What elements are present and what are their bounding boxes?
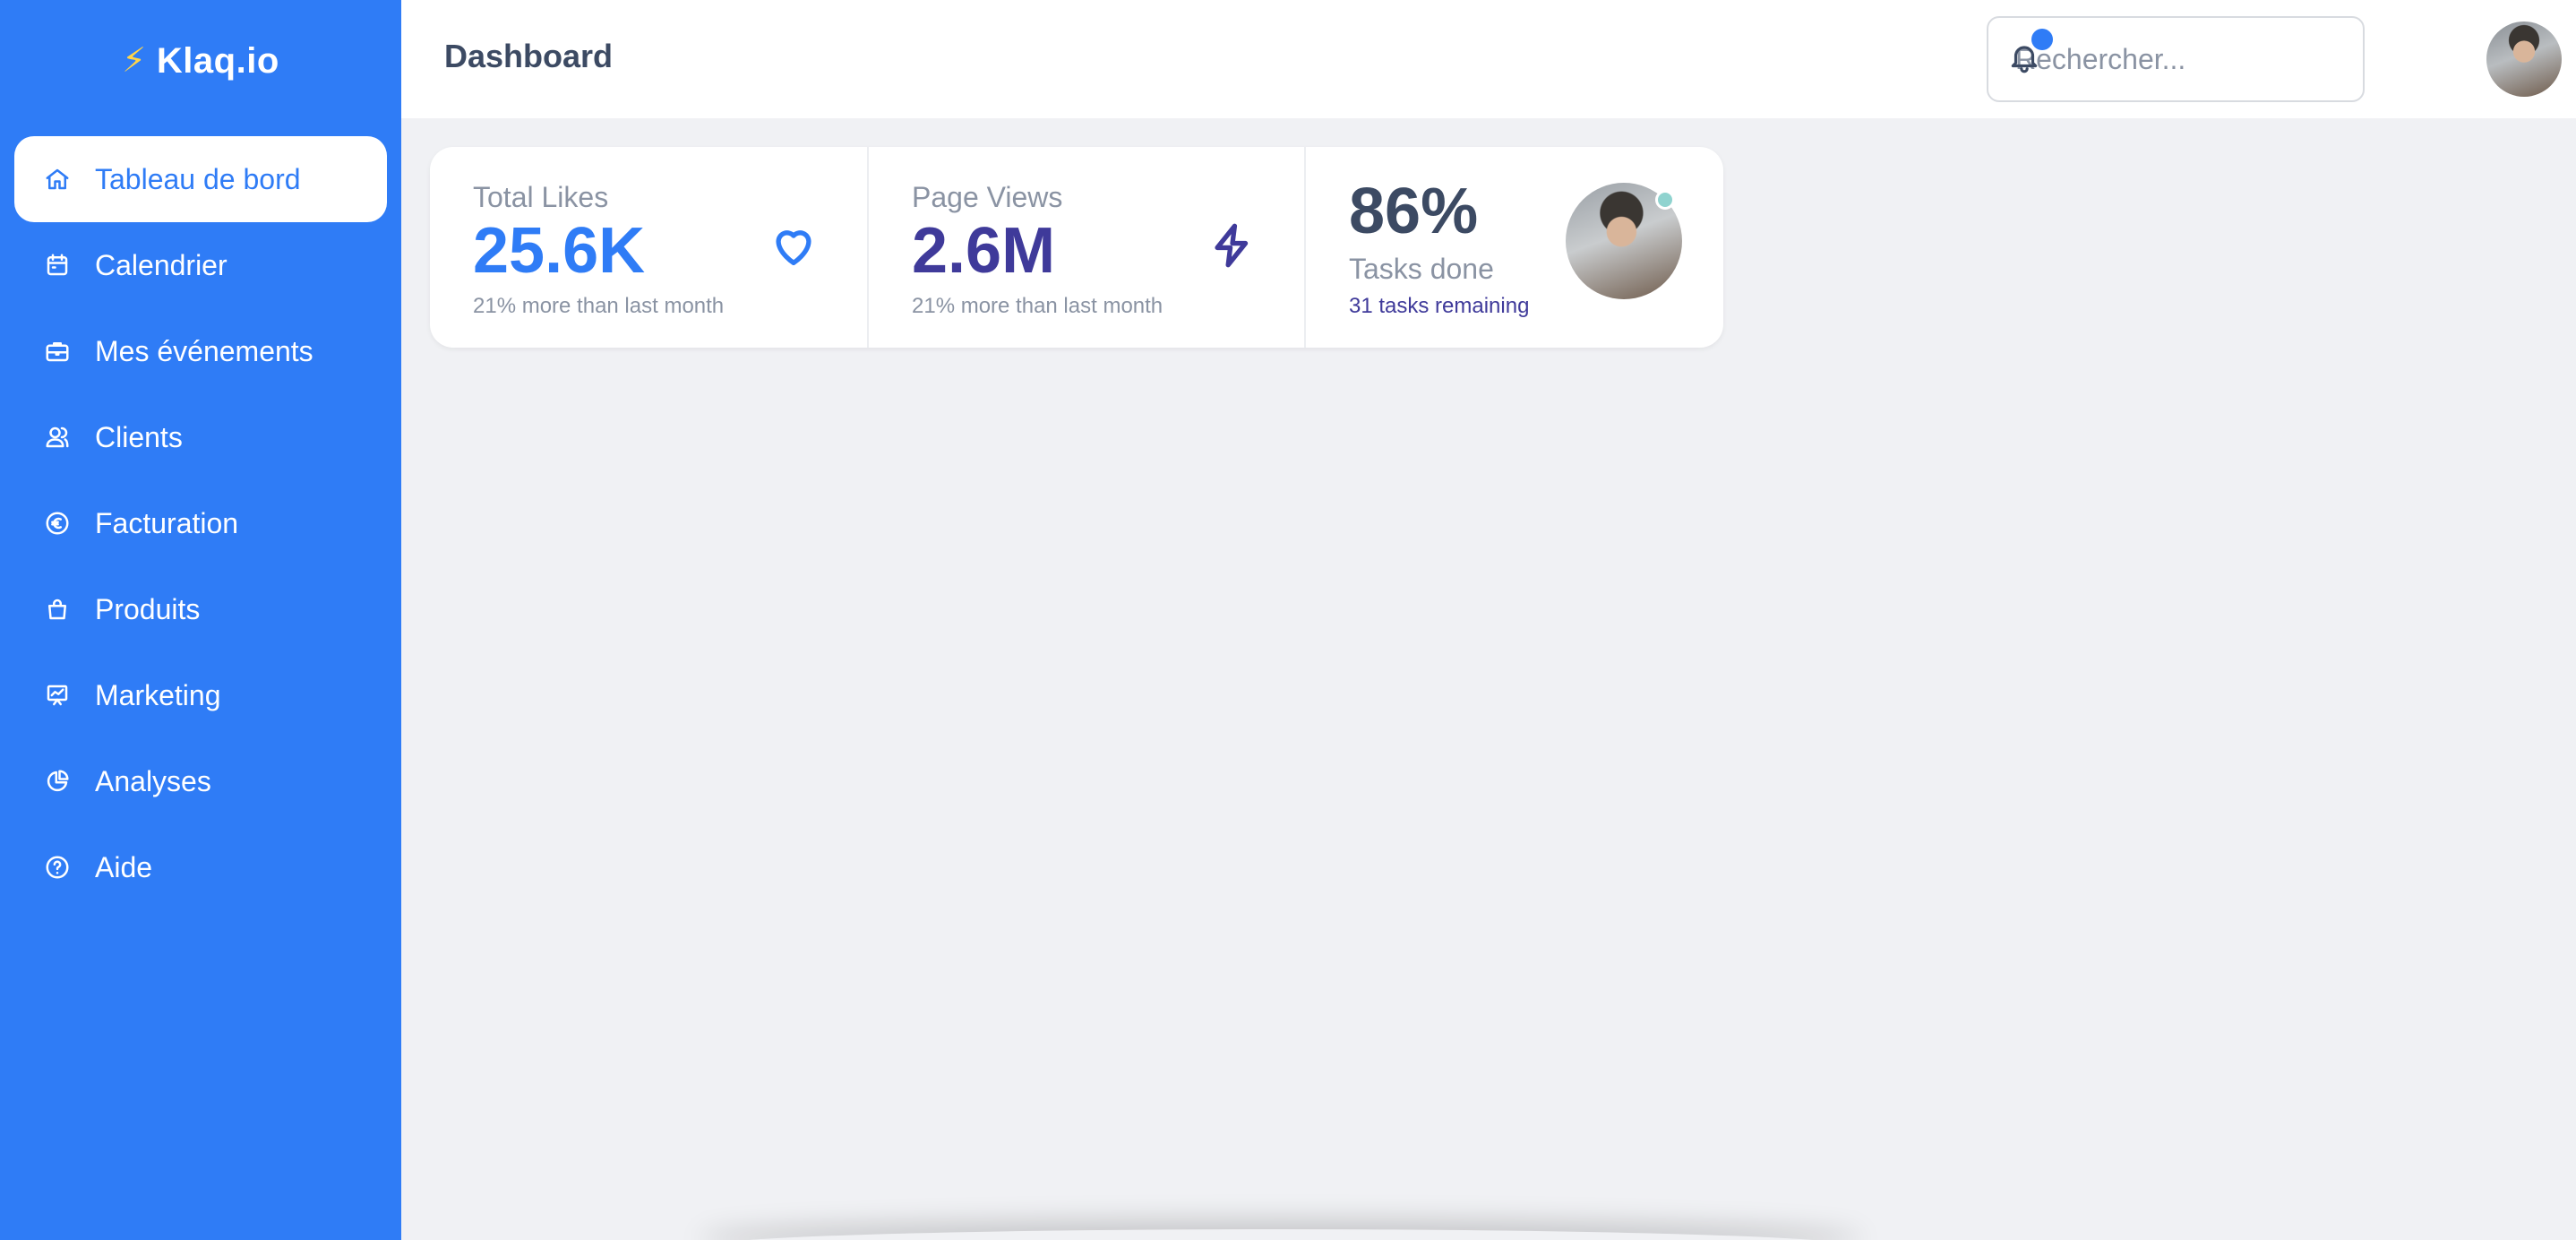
sidebar-item-label: Calendrier xyxy=(95,248,228,281)
sidebar-item-label: Aide xyxy=(95,850,153,883)
euro-icon xyxy=(43,509,72,538)
top-header: Dashboard xyxy=(401,0,2576,118)
brand-name: Klaq.io xyxy=(156,40,279,81)
home-icon xyxy=(43,165,72,194)
help-icon xyxy=(43,853,72,882)
sidebar-item-aide[interactable]: Aide xyxy=(14,824,387,910)
shopping-bag-icon xyxy=(43,595,72,624)
stat-description: 21% more than last month xyxy=(912,294,1163,318)
stat-value: 2.6M xyxy=(912,215,1056,287)
sidebar-item-facturation[interactable]: Facturation xyxy=(14,480,387,566)
stat-title: Total Likes xyxy=(473,181,609,213)
stat-title: Page Views xyxy=(912,181,1063,213)
user-avatar[interactable] xyxy=(2486,22,2562,97)
pie-chart-icon xyxy=(43,767,72,796)
stat-description: 31 tasks remaining xyxy=(1349,294,1530,318)
sidebar-item-marketing[interactable]: Marketing xyxy=(14,652,387,738)
app: ⚡ Klaq.io Tableau de bord Calendrier Mes… xyxy=(0,0,2576,1240)
sidebar-item-label: Analyses xyxy=(95,764,211,797)
presentation-chart-icon xyxy=(43,681,72,710)
sidebar-item-analyses[interactable]: Analyses xyxy=(14,738,387,824)
users-icon xyxy=(43,423,72,452)
sidebar-nav: Tableau de bord Calendrier Mes événement… xyxy=(14,136,387,910)
calendar-icon xyxy=(43,251,72,280)
sidebar-item-label: Facturation xyxy=(95,506,239,539)
stats-card: Total Likes 25.6K 21% more than last mon… xyxy=(430,147,1723,348)
stat-value: 86% xyxy=(1349,176,1479,247)
bolt-icon xyxy=(1204,217,1261,274)
sidebar-item-mes-evenements[interactable]: Mes événements xyxy=(14,308,387,394)
sidebar-item-tableau-de-bord[interactable]: Tableau de bord xyxy=(14,136,387,222)
lightning-icon: ⚡ xyxy=(122,42,146,80)
briefcase-icon xyxy=(43,337,72,366)
sidebar-item-label: Produits xyxy=(95,592,201,625)
stat-title: Tasks done xyxy=(1349,253,1494,285)
stat-description: 21% more than last month xyxy=(473,294,725,318)
stat-total-likes: Total Likes 25.6K 21% more than last mon… xyxy=(430,147,867,348)
sidebar: ⚡ Klaq.io Tableau de bord Calendrier Mes… xyxy=(0,0,401,1240)
stat-tasks-done: 86% Tasks done 31 tasks remaining xyxy=(1304,147,1723,348)
brand-logo[interactable]: ⚡ Klaq.io xyxy=(0,32,401,90)
sidebar-item-clients[interactable]: Clients xyxy=(14,394,387,480)
bottom-panel-shadow xyxy=(699,1229,1863,1240)
notification-badge xyxy=(2031,29,2053,50)
sidebar-item-calendrier[interactable]: Calendrier xyxy=(14,222,387,308)
sidebar-item-label: Tableau de bord xyxy=(95,162,301,195)
stat-page-views: Page Views 2.6M 21% more than last month xyxy=(867,147,1304,348)
sidebar-item-label: Clients xyxy=(95,420,183,453)
sidebar-item-produits[interactable]: Produits xyxy=(14,566,387,652)
online-status-dot xyxy=(1655,190,1675,210)
heart-icon xyxy=(765,217,822,274)
page-title: Dashboard xyxy=(444,38,614,74)
stat-value: 25.6K xyxy=(473,215,646,287)
sidebar-item-label: Mes événements xyxy=(95,334,313,367)
sidebar-item-label: Marketing xyxy=(95,678,221,711)
